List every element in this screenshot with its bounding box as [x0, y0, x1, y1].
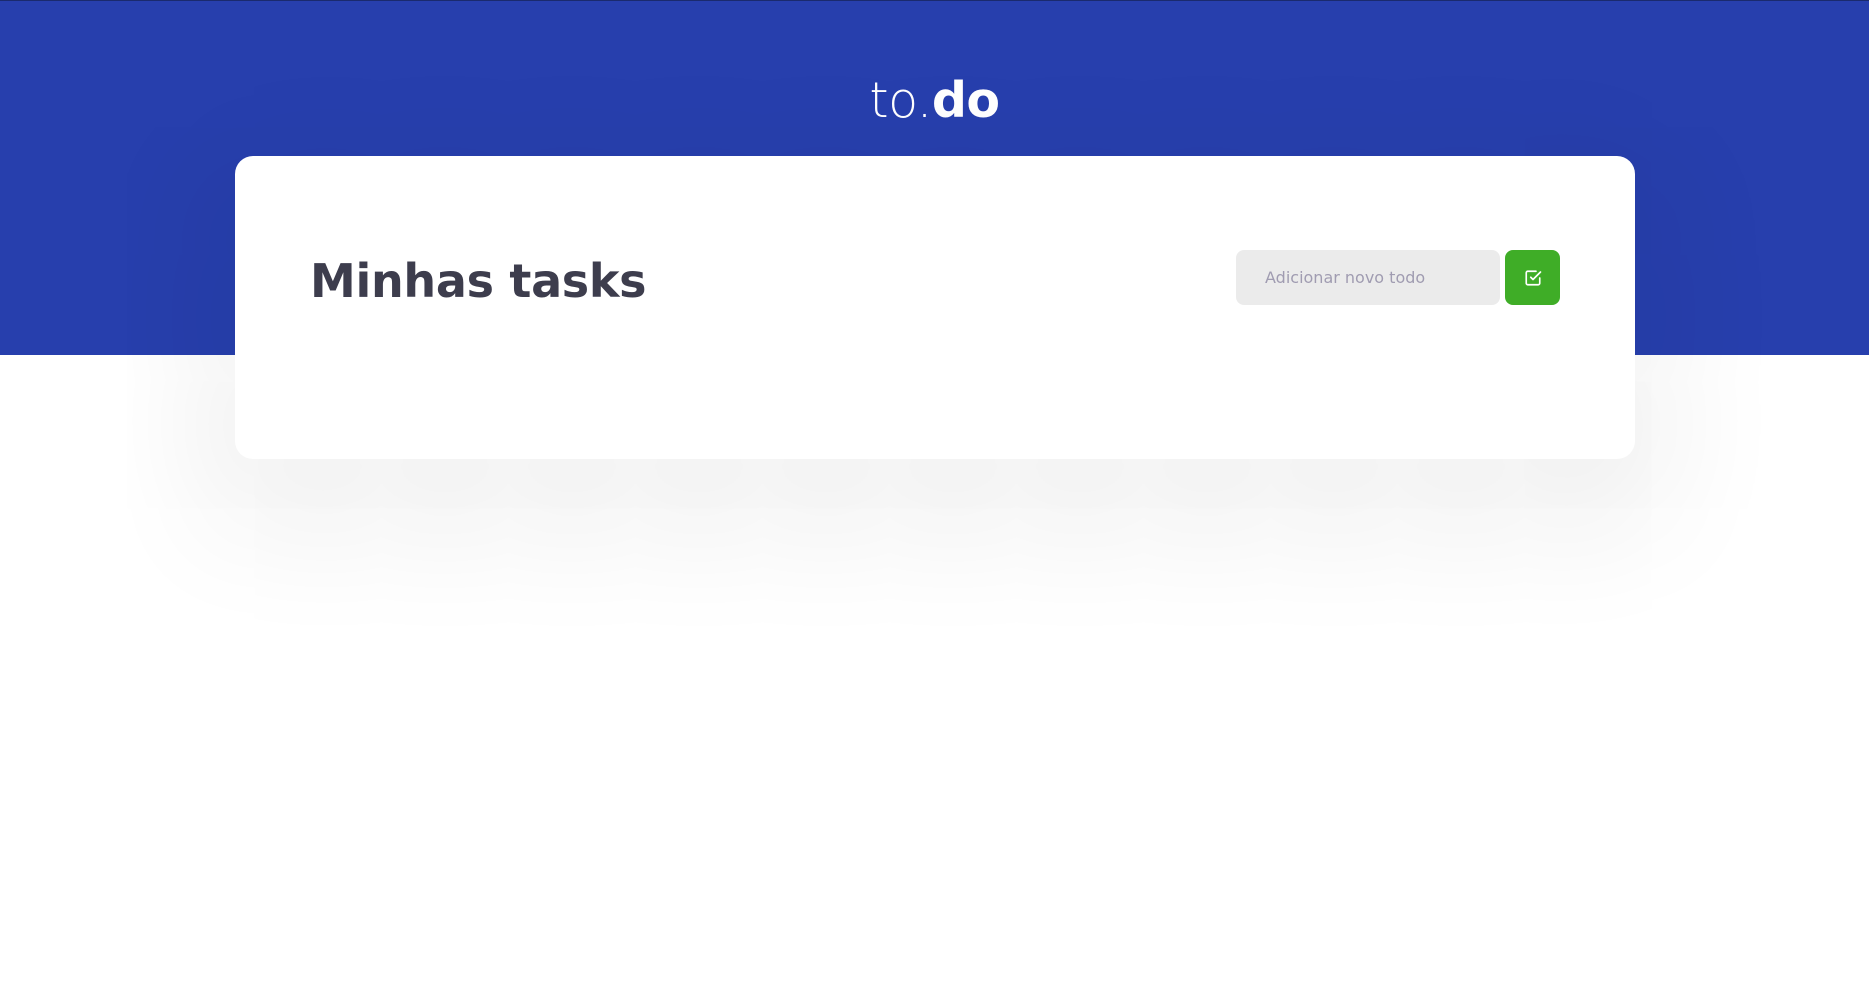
- tasks-card: Minhas tasks: [235, 156, 1635, 459]
- check-square-icon: [1524, 269, 1541, 286]
- add-todo-button[interactable]: [1505, 250, 1560, 305]
- page-title: Minhas tasks: [310, 254, 647, 308]
- new-todo-input[interactable]: [1236, 250, 1500, 305]
- logo-text-light: to.: [869, 72, 932, 129]
- app-logo: to.do: [0, 71, 1869, 131]
- logo-text-bold: do: [931, 72, 1000, 129]
